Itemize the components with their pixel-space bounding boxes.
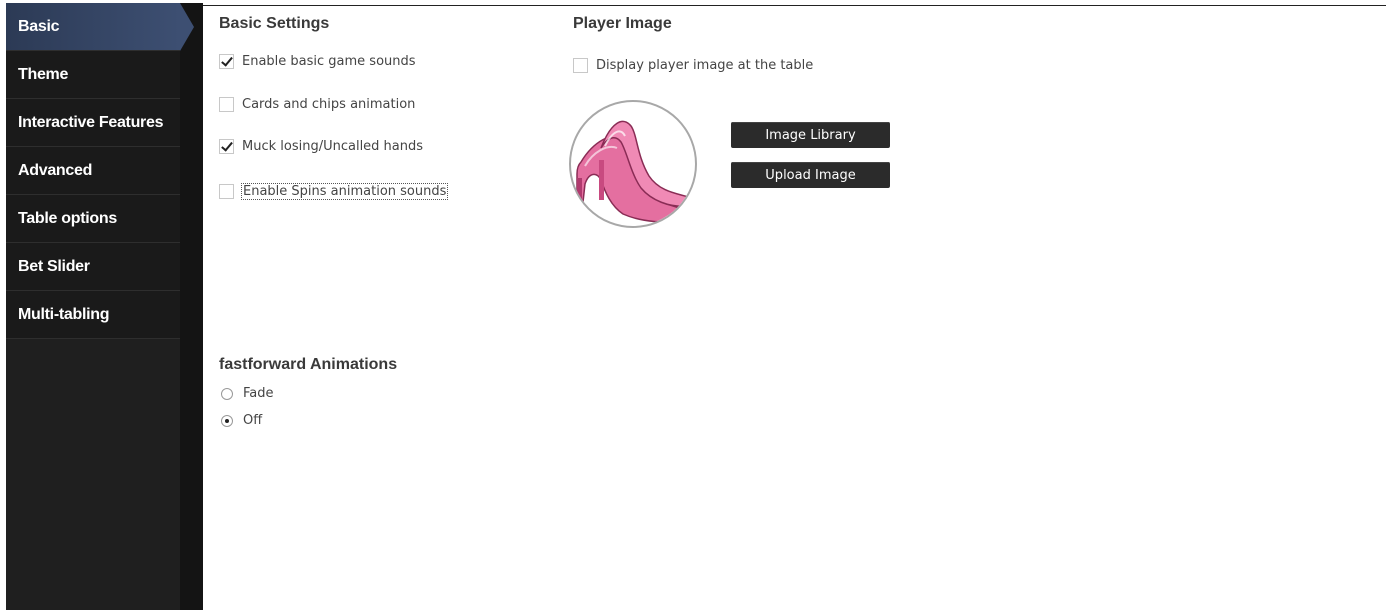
display-player-image-label: Display player image at the table — [596, 58, 814, 73]
fastforward-fade-radio[interactable] — [221, 387, 233, 400]
enable-game-sounds-label: Enable basic game sounds — [242, 54, 416, 69]
sidebar-item-advanced[interactable]: Advanced — [6, 147, 180, 195]
enable-game-sounds-checkbox[interactable] — [219, 54, 234, 69]
fastforward-fade-option[interactable]: Fade — [221, 386, 274, 401]
fastforward-animations-title: fastforward Animations — [219, 356, 398, 373]
enable-game-sounds-option[interactable]: Enable basic game sounds — [219, 54, 416, 69]
image-library-button[interactable]: Image Library — [731, 122, 890, 148]
settings-content: Basic Settings Enable basic game sounds … — [203, 6, 1386, 610]
display-player-image-option[interactable]: Display player image at the table — [573, 58, 813, 73]
player-avatar — [569, 100, 697, 228]
sidebar-item-theme[interactable]: Theme — [6, 51, 180, 99]
display-player-image-checkbox[interactable] — [573, 58, 588, 73]
sidebar-item-bet-slider[interactable]: Bet Slider — [6, 243, 180, 291]
spins-animation-sounds-label: Enable Spins animation sounds — [240, 183, 449, 200]
spins-animation-sounds-option[interactable]: Enable Spins animation sounds — [219, 183, 449, 200]
muck-hands-label: Muck losing/Uncalled hands — [242, 139, 424, 154]
cards-chips-animation-option[interactable]: Cards and chips animation — [219, 97, 415, 112]
sidebar-item-table-options[interactable]: Table options — [6, 195, 180, 243]
fastforward-off-option[interactable]: Off — [221, 413, 262, 428]
cards-chips-animation-checkbox[interactable] — [219, 97, 234, 112]
fastforward-fade-label: Fade — [243, 386, 274, 401]
sidebar-item-basic[interactable]: Basic — [6, 3, 194, 51]
fastforward-off-radio[interactable] — [221, 414, 233, 427]
cards-chips-animation-label: Cards and chips animation — [242, 97, 416, 112]
basic-settings-title: Basic Settings — [219, 15, 330, 32]
muck-hands-checkbox[interactable] — [219, 139, 234, 154]
spins-animation-sounds-checkbox[interactable] — [219, 184, 234, 199]
pink-high-heel-shoe-icon — [576, 120, 692, 223]
muck-hands-option[interactable]: Muck losing/Uncalled hands — [219, 139, 423, 154]
settings-sidebar: Basic Theme Interactive Features Advance… — [6, 3, 203, 610]
sidebar-gutter — [180, 3, 203, 610]
sidebar-item-multi-tabling[interactable]: Multi-tabling — [6, 291, 180, 339]
sidebar-item-interactive-features[interactable]: Interactive Features — [6, 99, 180, 147]
fastforward-off-label: Off — [243, 413, 263, 428]
upload-image-button[interactable]: Upload Image — [731, 162, 890, 188]
player-image-title: Player Image — [573, 15, 672, 32]
